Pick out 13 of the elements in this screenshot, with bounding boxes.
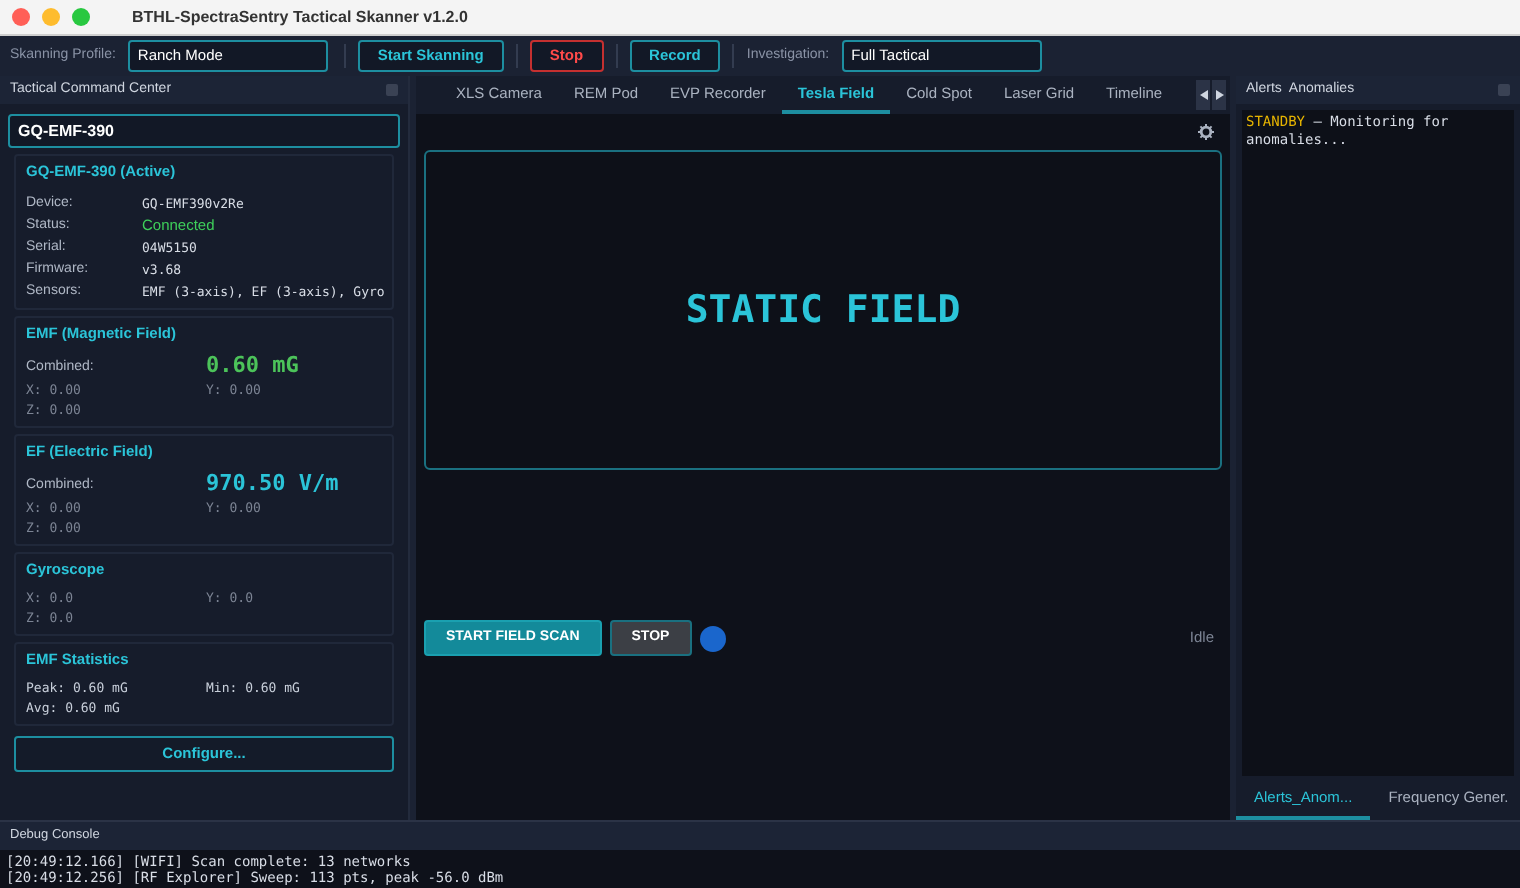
- close-button[interactable]: [12, 8, 30, 26]
- scroll-right-icon[interactable]: [1212, 80, 1226, 110]
- panel-close-icon[interactable]: [386, 84, 398, 96]
- reading-value: 0.60 mG: [206, 352, 301, 380]
- panel-close-icon[interactable]: [1498, 84, 1510, 96]
- scroll-left-icon[interactable]: [1196, 80, 1210, 110]
- window-title: BTHL-SpectraSentry Tactical Skanner v1.2.0: [132, 5, 468, 29]
- display-text: STATIC FIELD: [685, 285, 961, 336]
- device-select[interactable]: GQ-EMF-390: [8, 114, 400, 148]
- maximize-button[interactable]: [72, 8, 90, 26]
- reading-value: 970.50 V/m: [206, 470, 341, 498]
- settings-icon[interactable]: [1198, 124, 1214, 140]
- minimize-button[interactable]: [42, 8, 60, 26]
